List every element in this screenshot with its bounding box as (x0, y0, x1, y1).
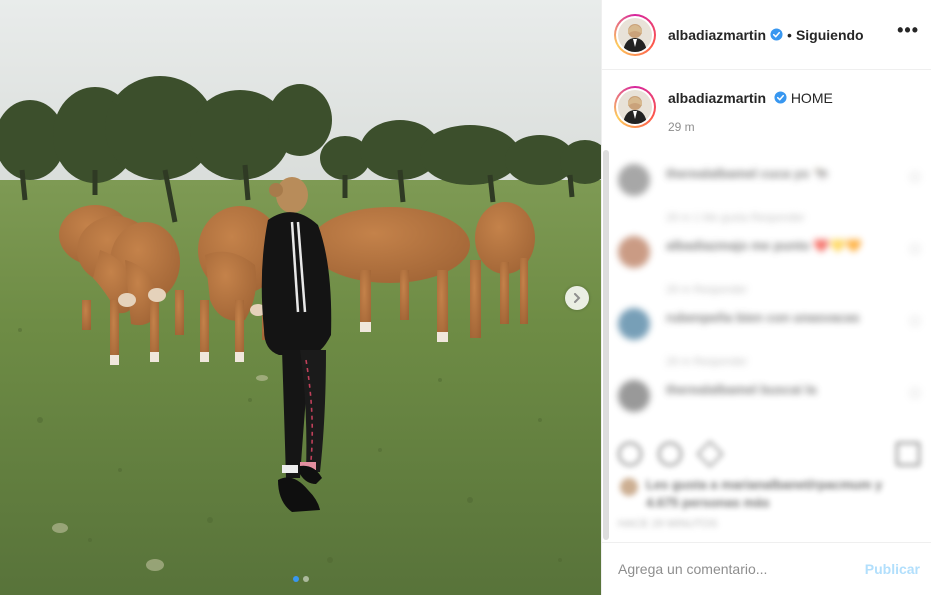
comment-text: rubenpeña bien con unasvacas (666, 310, 860, 325)
add-comment-bar: Publicar (602, 542, 931, 595)
comment-item: therealalbamel buscai la (602, 366, 931, 438)
more-options-icon[interactable]: ••• (897, 20, 919, 49)
comment-like-icon[interactable] (910, 172, 920, 182)
post-date: HACE 29 MINUTOS (618, 518, 718, 530)
header-username[interactable]: albadiazmartin (668, 27, 766, 43)
post-image (0, 0, 601, 595)
comment-item: rubenpeña bien con unasvacas 29 m Respon… (602, 294, 931, 368)
comment-like-icon[interactable] (910, 388, 920, 398)
comment-input[interactable] (618, 561, 865, 577)
likes-line-2: 4.675 personas más (646, 495, 770, 510)
post-caption: albadiazmartin HOME 29 m (602, 70, 931, 134)
carousel-indicator (0, 576, 601, 582)
post-sidebar: albadiazmartin • Siguiendo ••• albadiazm (601, 0, 931, 595)
bookmark-icon[interactable] (896, 442, 920, 466)
comment-avatar[interactable] (618, 236, 650, 268)
heart-icon[interactable] (618, 442, 642, 466)
publish-button[interactable]: Publicar (865, 561, 920, 577)
caption-timestamp[interactable]: 29 m (668, 120, 833, 134)
comment-like-icon[interactable] (910, 244, 920, 254)
comment-text: albadiazmajo me punto ❤️💛🧡 (666, 238, 862, 253)
comment-avatar[interactable] (618, 308, 650, 340)
comment-text: therealalbamel buscai la (666, 382, 817, 397)
caption-text: HOME (790, 90, 833, 106)
verified-badge-icon (770, 28, 783, 41)
caption-username[interactable]: albadiazmartin (668, 90, 766, 106)
comment-item: therealalbamel cuca yo 🐄 29 m 1 Me gusta… (602, 150, 931, 224)
carousel-dot (302, 576, 309, 582)
post-header: albadiazmartin • Siguiendo ••• (602, 0, 931, 70)
post-photo[interactable] (0, 0, 601, 595)
separator-dot: • (787, 26, 792, 43)
avatar-image (618, 90, 652, 124)
comments-list: therealalbamel cuca yo 🐄 29 m 1 Me gusta… (602, 150, 931, 430)
likes-avatar (620, 478, 638, 496)
share-icon[interactable] (696, 440, 724, 468)
comment-avatar[interactable] (618, 164, 650, 196)
likes-line-1: Les gusta a marianalbanet/rpacmum y (646, 477, 883, 492)
comment-icon[interactable] (658, 442, 682, 466)
caption-avatar[interactable] (614, 86, 656, 128)
likes-summary[interactable]: Les gusta a marianalbanet/rpacmum y 4.67… (646, 476, 882, 512)
comment-avatar[interactable] (618, 380, 650, 412)
chevron-right-icon (574, 293, 581, 303)
carousel-next-button[interactable] (565, 286, 589, 310)
comment-item: albadiazmajo me punto ❤️💛🧡 29 m Responde… (602, 222, 931, 296)
carousel-dot-active (292, 576, 299, 582)
avatar-image (618, 17, 652, 52)
post-actions: Les gusta a marianalbanet/rpacmum y 4.67… (602, 430, 931, 542)
following-button[interactable]: Siguiendo (796, 27, 864, 43)
comment-text: therealalbamel cuca yo 🐄 (666, 166, 829, 181)
avatar[interactable] (614, 13, 656, 56)
comment-like-icon[interactable] (910, 316, 920, 326)
verified-badge-icon (774, 91, 787, 104)
